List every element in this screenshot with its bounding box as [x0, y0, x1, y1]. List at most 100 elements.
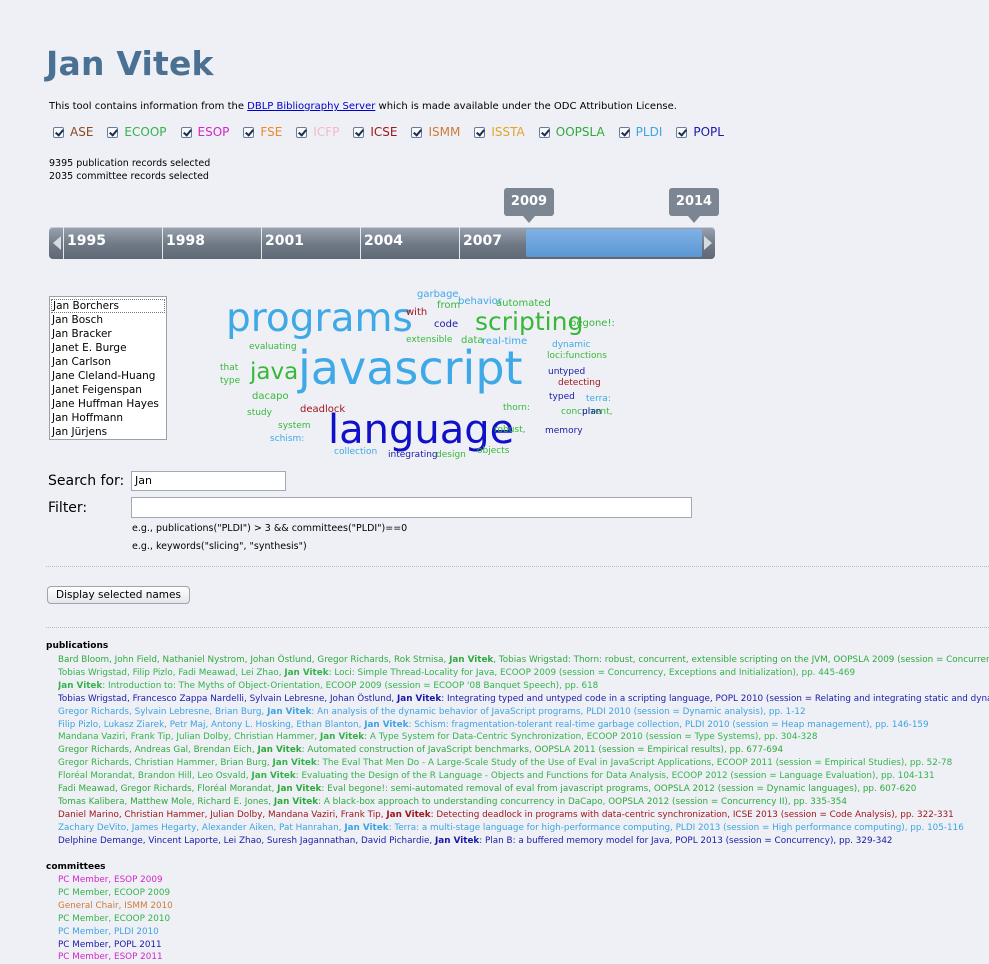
name-list-item[interactable]: Jan Bracker	[50, 327, 166, 341]
cloud-word[interactable]: garbage	[417, 290, 459, 300]
checkbox[interactable]	[676, 126, 688, 138]
cloud-word[interactable]: real-time	[482, 337, 527, 347]
cloud-word[interactable]: terra:	[586, 395, 611, 404]
cloud-word[interactable]: thorn:	[503, 404, 530, 413]
committee-item: PC Member, ECOOP 2010	[58, 913, 171, 924]
display-selected-names-button[interactable]: Display selected names	[47, 586, 190, 604]
cloud-word[interactable]: programs	[226, 299, 413, 338]
cloud-word[interactable]: objects	[477, 447, 509, 456]
conference-filter-popl[interactable]: POPL	[676, 125, 734, 139]
year-tick: 1998	[162, 227, 205, 259]
checkbox[interactable]	[53, 126, 64, 138]
cloud-word[interactable]: deadlock	[300, 405, 345, 415]
conference-filter-ecoop[interactable]: ECOOP	[107, 125, 176, 139]
checkbox[interactable]	[353, 126, 365, 138]
filter-label: Filter:	[48, 500, 88, 516]
cloud-word[interactable]: begone!:	[570, 319, 615, 329]
publication-details: : Schism: fragmentation-tolerant real-ti…	[408, 719, 929, 730]
cloud-word[interactable]: robust,	[494, 426, 526, 435]
range-start-handle[interactable]: 2009	[504, 188, 554, 223]
publication-highlight-author: Jan Vitek	[344, 822, 389, 833]
conference-filter-pldi[interactable]: PLDI	[618, 125, 673, 139]
conference-filter-icse[interactable]: ICSE	[353, 125, 407, 139]
cloud-word[interactable]: extensible	[406, 336, 452, 345]
cloud-word[interactable]: java	[250, 361, 298, 384]
cloud-word[interactable]: plan	[582, 408, 601, 417]
cloud-word[interactable]: collection	[334, 448, 377, 457]
committees-header: committees	[46, 862, 106, 872]
conference-filter-oopsla[interactable]: OOPSLA	[538, 125, 615, 139]
name-list-item[interactable]: Janet Feigenspan	[50, 383, 166, 397]
cloud-word[interactable]: code	[434, 320, 458, 330]
keyword-cloud: javascript language programs scripting java g…	[210, 285, 630, 465]
name-list-item[interactable]: Jan Jürjens	[50, 425, 166, 439]
name-list-item[interactable]: Jan Carlson	[50, 355, 166, 369]
year-range-slider[interactable]: 1995 1998 2001 2004 2007	[49, 227, 715, 259]
scroll-left-icon[interactable]	[53, 236, 61, 250]
dblp-link[interactable]: DBLP Bibliography Server	[247, 101, 375, 112]
publication-authors: Bard Bloom, John Field, Nathaniel Nystro…	[58, 655, 450, 665]
conference-label: ISMM	[428, 125, 461, 139]
publication-item: Zachary DeVito, James Hegarty, Alexander…	[58, 822, 989, 835]
checkbox[interactable]	[107, 126, 119, 138]
cloud-word[interactable]: scripting	[475, 309, 583, 334]
publication-authors: Filip Pizlo, Lukasz Ziarek, Petr Maj, An…	[58, 719, 365, 730]
publication-item: Bard Bloom, John Field, Nathaniel Nystro…	[58, 654, 989, 667]
cloud-word[interactable]: untyped	[548, 368, 585, 377]
cloud-word[interactable]: detecting	[558, 379, 601, 388]
name-list[interactable]: Jan Borchers Jan Bosch Jan Bracker Janet E.…	[49, 296, 167, 440]
cloud-word[interactable]: language	[328, 410, 514, 450]
name-list-item[interactable]: Jan Hoffmann	[50, 411, 166, 425]
cloud-word[interactable]: integrating	[388, 451, 438, 460]
publication-details: : Eval begone!: semi-automated removal o…	[321, 784, 917, 795]
cloud-word[interactable]: dynamic	[552, 341, 590, 350]
name-list-item[interactable]: Jane Huffman Hayes	[50, 397, 166, 411]
checkbox[interactable]	[180, 126, 192, 138]
cloud-word[interactable]: schism:	[270, 435, 304, 444]
range-end-handle[interactable]: 2014	[669, 188, 719, 223]
checkbox[interactable]	[296, 126, 308, 138]
checkbox[interactable]	[411, 126, 423, 138]
checkbox[interactable]	[243, 126, 255, 138]
cloud-word[interactable]: data	[461, 336, 484, 346]
cloud-word[interactable]: evaluating	[249, 343, 297, 352]
conference-filter-icfp[interactable]: ICFP	[296, 125, 349, 139]
cloud-word[interactable]: that	[220, 364, 238, 373]
committee-item: PC Member, PLDI 2010	[58, 926, 159, 937]
publication-authors: Daniel Marino, Christian Hammer, Julian …	[58, 809, 387, 820]
checkbox[interactable]	[618, 126, 630, 138]
conference-label: FSE	[260, 125, 283, 139]
publication-highlight-author: Jan Vitek	[284, 667, 329, 678]
cloud-word[interactable]: memory	[545, 427, 583, 436]
year-tick: 2007	[459, 227, 502, 259]
cloud-word[interactable]: type	[220, 377, 240, 386]
conference-filter-issta[interactable]: ISSTA	[474, 125, 534, 139]
cloud-word[interactable]: automated	[496, 299, 551, 309]
conference-filter-ismm[interactable]: ISMM	[411, 125, 470, 139]
publication-details: : Integrating typed and untyped code in …	[441, 693, 989, 704]
conference-filter-fse[interactable]: FSE	[243, 125, 292, 139]
cloud-word[interactable]: dacapo	[252, 392, 289, 402]
name-list-item[interactable]: Jan Borchers	[51, 299, 165, 313]
cloud-word[interactable]: loci:functions	[547, 352, 607, 361]
search-input[interactable]: Jan	[131, 471, 286, 491]
checkbox[interactable]	[474, 126, 486, 138]
cloud-word[interactable]: design	[436, 451, 466, 460]
publication-details: : A Type System for Data-Centric Synchro…	[364, 732, 818, 743]
conference-filter-esop[interactable]: ESOP	[180, 125, 240, 139]
cloud-word[interactable]: typed	[549, 393, 575, 402]
name-list-item[interactable]: Jane Cleland-Huang	[50, 369, 166, 383]
conference-filter-ase[interactable]: ASE	[53, 125, 103, 139]
filter-input[interactable]	[131, 497, 692, 518]
name-list-item[interactable]: Jan Bosch	[50, 313, 166, 327]
name-list-item[interactable]: Janet E. Burge	[50, 341, 166, 355]
scroll-right-icon[interactable]	[704, 236, 712, 250]
cloud-word[interactable]: with	[406, 308, 427, 318]
cloud-word[interactable]: from	[437, 301, 460, 311]
cloud-word[interactable]: system	[278, 422, 311, 431]
intro-before: This tool contains information from the	[49, 101, 248, 112]
cloud-word[interactable]: study	[247, 409, 272, 418]
cloud-word[interactable]: javascript	[298, 345, 523, 391]
selected-year-range[interactable]	[526, 229, 702, 257]
checkbox[interactable]	[538, 126, 550, 138]
